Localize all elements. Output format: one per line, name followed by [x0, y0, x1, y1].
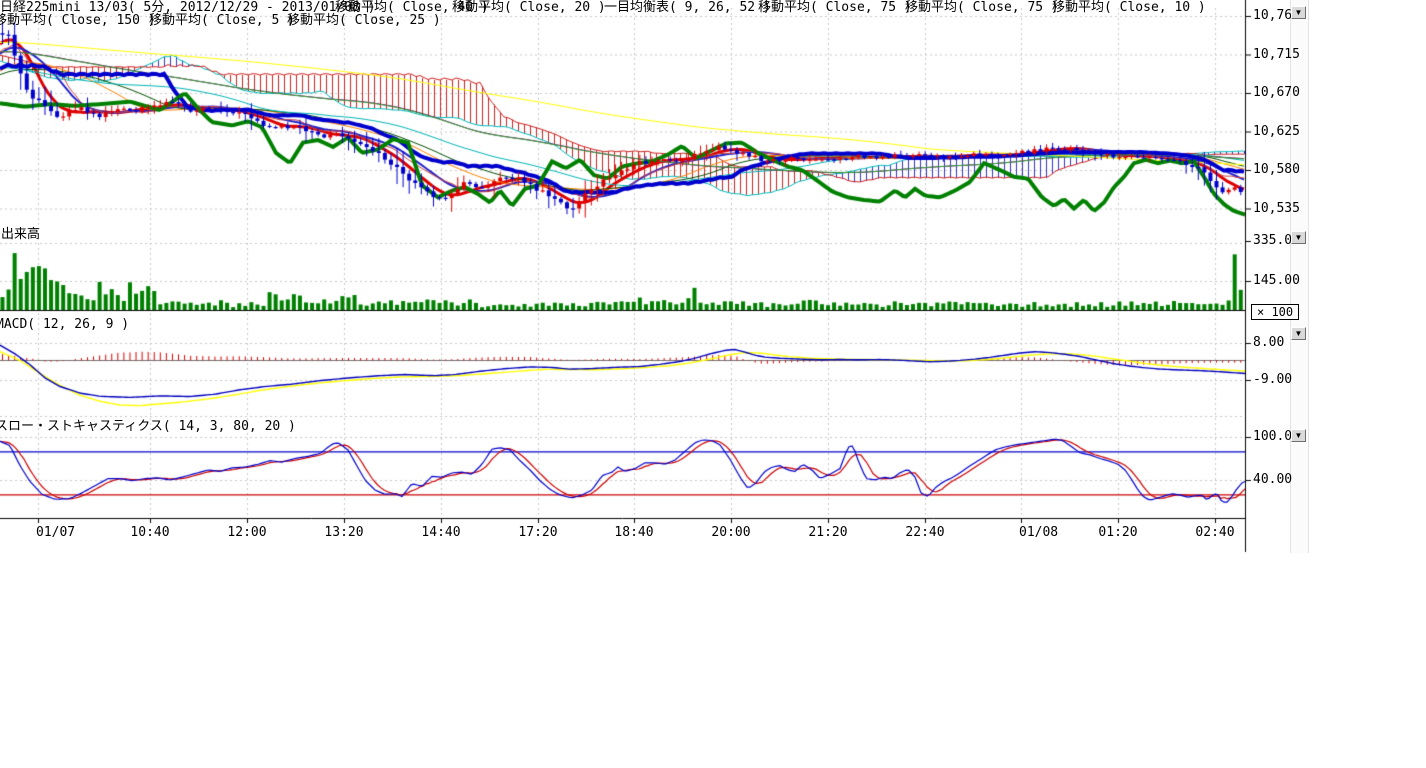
y-axis-tick-label: 40.00: [1253, 473, 1292, 486]
y-axis-tick-label: 145.00: [1253, 274, 1300, 287]
macd-pane-label: MACD( 12, 26, 9 ): [0, 318, 129, 331]
volume-multiplier-badge: × 100: [1251, 304, 1299, 320]
header-indicator-label: 移動平均( Close, 20 ): [452, 1, 606, 14]
x-axis-tick-label: 21:20: [808, 526, 848, 539]
chart-application-window: 日経225mini 13/03( 5分, 2012/12/29 - 2013/0…: [0, 0, 1426, 768]
x-axis-tick-label: 01/07: [36, 526, 75, 539]
scroll-down-button[interactable]: ▼: [1291, 231, 1306, 244]
header-indicator-label: 移動平均( Close, 75 ): [758, 1, 912, 14]
y-axis-tick-label: 10,715: [1253, 48, 1300, 61]
x-axis-tick-label: 14:40: [421, 526, 461, 539]
y-axis-tick-label: 10,625: [1253, 125, 1300, 138]
x-axis-tick-label: 17:20: [518, 526, 558, 539]
x-axis-tick-label: 12:00: [227, 526, 267, 539]
scroll-down-button[interactable]: ▼: [1291, 327, 1306, 340]
x-axis-tick-label: 20:00: [711, 526, 751, 539]
header-indicator-label: 移動平均( Close, 25 ): [287, 14, 441, 27]
x-axis-tick-label: 01/08: [1019, 526, 1058, 539]
y-axis-tick-label: 10,670: [1253, 86, 1300, 99]
volume-pane-label: 出来高: [1, 228, 40, 241]
header-indicator-label: 移動平均( Close, 5 ): [149, 14, 295, 27]
chart-canvas[interactable]: [0, 0, 1426, 768]
header-indicator-label: 一目均衡表( 9, 26, 52 ): [604, 1, 771, 14]
stoch-pane-label: スロー・ストキャスティクス( 14, 3, 80, 20 ): [0, 420, 296, 433]
y-axis-tick-label: 10,580: [1253, 163, 1300, 176]
header-indicator-label: 移動平均( Close, 75 ): [905, 1, 1059, 14]
scroll-down-button[interactable]: ▼: [1291, 429, 1306, 442]
header-indicator-label: 移動平均( Close, 10 ): [1052, 1, 1206, 14]
y-axis-tick-label: 10,535: [1253, 202, 1300, 215]
x-axis-tick-label: 18:40: [614, 526, 654, 539]
scroll-down-button[interactable]: ▼: [1291, 6, 1306, 19]
x-axis-tick-label: 02:40: [1195, 526, 1235, 539]
header-indicator-label: 移動平均( Close, 150 ): [0, 14, 156, 27]
y-axis-tick-label: 8.00: [1253, 336, 1284, 349]
x-axis-tick-label: 01:20: [1098, 526, 1138, 539]
x-axis-tick-label: 13:20: [324, 526, 364, 539]
x-axis-tick-label: 10:40: [130, 526, 170, 539]
x-axis-tick-label: 22:40: [905, 526, 945, 539]
y-axis-tick-label: -9.00: [1253, 373, 1292, 386]
